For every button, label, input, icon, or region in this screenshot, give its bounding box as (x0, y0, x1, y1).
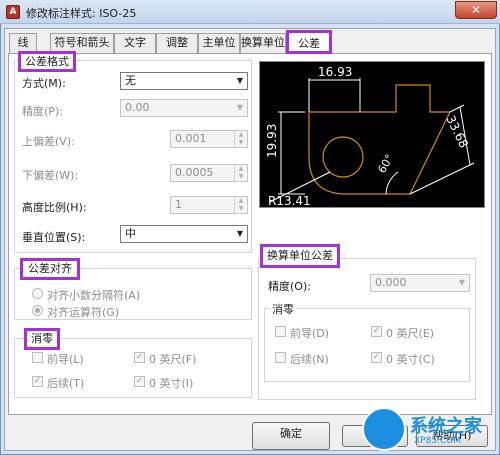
lower-value-spinner[interactable]: 0.0005 ▲ ▼ (170, 164, 248, 182)
lower-value-label: 下偏差(W): (22, 169, 79, 182)
window-title: 修改标注样式: ISO-25 (26, 7, 137, 20)
alt-trailing-label: 后续(N) (290, 353, 329, 366)
alt-leading-label: 前导(D) (290, 327, 330, 340)
alt-precision-select[interactable]: 0.000 ▼ (370, 274, 470, 292)
alt-leading-checkbox[interactable] (275, 326, 286, 337)
extension-line (409, 162, 475, 195)
vertical-position-label: 垂直位置(S): (22, 231, 86, 244)
hole-circle (322, 136, 364, 178)
tolerance-alignment-heading: 公差对齐 (20, 258, 80, 280)
extension-line (449, 104, 465, 113)
alt-zero-suppression-group (264, 308, 470, 382)
zero-feet-checkbox[interactable]: ✓ (134, 352, 145, 363)
alt-zero-inches-label: 0 英寸(C) (386, 353, 435, 366)
trailing-label: 后续(T) (47, 377, 85, 390)
dim-right-text: 33.68 (443, 113, 471, 150)
upper-value-spinner[interactable]: 0.001 ▲ ▼ (170, 130, 248, 148)
part-outline (308, 84, 451, 195)
dim-top-text: 16.93 (318, 65, 352, 79)
upper-value-label: 上偏差(V): (22, 135, 75, 148)
alt-zero-feet-label: 0 英尺(E) (386, 327, 435, 340)
dim-radius-text: R13.41 (268, 194, 311, 207)
tab-tolerances[interactable]: 公差 (286, 30, 332, 54)
spinner-arrows-icon[interactable]: ▲ ▼ (234, 165, 247, 181)
angle-arc (385, 171, 399, 195)
alternate-unit-tolerance-heading: 换算单位公差 (260, 244, 340, 268)
leading-checkbox[interactable] (32, 352, 43, 363)
tab-lines[interactable]: 线 (9, 33, 37, 53)
tolerance-format-heading: 公差格式 (18, 51, 76, 72)
trailing-checkbox[interactable]: ✓ (32, 376, 43, 387)
zero-feet-label: 0 英尺(F) (149, 353, 197, 366)
align-decimal-label: 对齐小数分隔符(A) (47, 289, 141, 302)
precision-label: 精度(P): (22, 105, 63, 118)
watermark-url: XP85.COM (414, 436, 462, 446)
align-operator-label: 对齐运算符(G) (47, 306, 120, 319)
ok-button[interactable]: 确定 (252, 422, 330, 450)
zero-inches-label: 0 英寸(I) (149, 377, 194, 390)
alt-trailing-checkbox[interactable] (275, 352, 286, 363)
chevron-down-icon: ▼ (458, 278, 466, 287)
tab-text[interactable]: 文字 (114, 33, 156, 53)
watermark-name: 系统之家 (410, 416, 482, 437)
chevron-down-icon: ▼ (236, 103, 244, 112)
method-select[interactable]: 无 ▼ (120, 72, 248, 90)
preview-dimensions (269, 78, 475, 203)
spinner-arrows-icon[interactable]: ▲ ▼ (234, 197, 247, 213)
close-button[interactable]: ✕ (455, 1, 497, 19)
zero-inches-checkbox[interactable]: ✓ (134, 376, 145, 387)
vertical-position-select[interactable]: 中 ▼ (120, 225, 248, 243)
height-scale-spinner[interactable]: 1 ▲ ▼ (170, 196, 248, 214)
alt-zero-suppression-heading: 消零 (270, 301, 296, 317)
zero-suppression-heading: 消零 (24, 328, 60, 350)
height-scale-label: 高度比例(H): (22, 201, 87, 214)
autocad-app-icon: A (6, 5, 20, 19)
preview-geometry (308, 84, 451, 195)
chevron-down-icon: ▼ (236, 229, 244, 238)
tab-alternate-units[interactable]: 换算单位 (240, 33, 286, 53)
dimension-preview-drawing: 16.93 19.93 33.68 60° R13.41 (265, 65, 475, 208)
alt-precision-label: 精度(O): (268, 280, 311, 293)
alt-zero-feet-checkbox[interactable]: ✓ (371, 326, 382, 337)
method-label: 方式(M): (22, 77, 66, 90)
preview-pane: 16.93 19.93 33.68 60° R13.41 (259, 61, 485, 208)
leading-label: 前导(L) (47, 353, 84, 366)
tab-fit[interactable]: 调整 (156, 33, 198, 53)
align-operator-radio[interactable] (32, 305, 43, 316)
tab-symbols-arrows[interactable]: 符号和箭头 (50, 33, 114, 53)
alt-zero-inches-checkbox[interactable]: ✓ (371, 352, 382, 363)
precision-select[interactable]: 0.00 ▼ (120, 99, 248, 117)
watermark-logo-icon (362, 407, 406, 451)
align-decimal-radio[interactable] (32, 288, 43, 299)
dim-left-text: 19.93 (265, 124, 279, 158)
chevron-down-icon: ▼ (236, 76, 244, 85)
tab-primary-units[interactable]: 主单位 (198, 33, 240, 53)
spinner-arrows-icon[interactable]: ▲ ▼ (234, 131, 247, 147)
dim-angle-text: 60° (375, 152, 396, 175)
